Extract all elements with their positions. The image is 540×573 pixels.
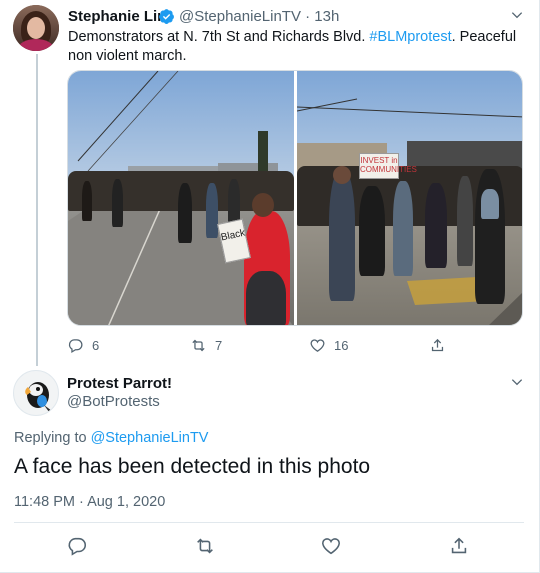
power-lines-graphic (77, 71, 278, 178)
photo-left[interactable]: Black (68, 71, 294, 325)
verified-badge-icon (159, 9, 174, 24)
avatar-stephanie[interactable] (13, 5, 59, 51)
divider (14, 522, 524, 523)
heart-icon (310, 338, 325, 352)
share-icon (431, 338, 444, 351)
heart-icon (322, 538, 340, 555)
avatar-protest-parrot[interactable] (13, 370, 59, 416)
tweet2-author-name[interactable]: Protest Parrot! (67, 375, 172, 392)
tweet2-actions (0, 535, 540, 557)
thread-connector-line (36, 54, 38, 366)
reply-button[interactable] (66, 535, 88, 557)
share-icon (451, 537, 467, 554)
protest-sign-right: INVEST in COMMUNITIES (359, 153, 417, 179)
like-count: 16 (334, 337, 349, 353)
tweet1-text-before: Demonstrators at N. 7th St and Richards … (68, 29, 370, 45)
retweet-count: 7 (215, 337, 223, 353)
retweet-button[interactable] (194, 535, 216, 557)
reply-icon (68, 537, 87, 556)
replying-to-link[interactable]: @StephanieLinTV (91, 430, 209, 446)
reply-icon (68, 338, 83, 353)
tweet1-handle-time[interactable]: @StephanieLinTV · 13h (179, 8, 339, 25)
chevron-down-icon[interactable] (510, 8, 524, 22)
replying-prefix: Replying to (14, 430, 91, 446)
retweet-icon (197, 538, 213, 554)
tweet1-media[interactable]: Black INVEST in COMMUNITIES (67, 70, 523, 326)
tweet2-timestamp[interactable]: 11:48 PM · Aug 1, 2020 (14, 494, 165, 510)
parrot-avatar-icon (25, 382, 52, 412)
chevron-down-icon[interactable] (510, 375, 524, 389)
like-button[interactable]: 16 (309, 336, 348, 354)
tweet1-actions: 6 7 16 (67, 336, 523, 354)
retweet-button[interactable]: 7 (190, 336, 222, 354)
retweet-icon (192, 339, 205, 351)
tweet2-handle[interactable]: @BotProtests (67, 393, 160, 410)
tweet1-author-name[interactable]: Stephanie Lin (68, 8, 166, 25)
tweet2-text: A face has been detected in this photo (14, 455, 371, 478)
share-button[interactable] (429, 336, 446, 354)
tweet1-text: Demonstrators at N. 7th St and Richards … (68, 28, 528, 66)
share-button[interactable] (448, 535, 470, 557)
hashtag-link[interactable]: #BLMprotest (369, 29, 451, 45)
sign-left-text: Black (219, 227, 247, 244)
replying-to: Replying to @StephanieLinTV (14, 430, 208, 446)
reply-count: 6 (92, 337, 100, 353)
reply-button[interactable]: 6 (67, 336, 99, 354)
photo-right[interactable]: INVEST in COMMUNITIES (297, 71, 522, 325)
like-button[interactable] (320, 535, 342, 557)
